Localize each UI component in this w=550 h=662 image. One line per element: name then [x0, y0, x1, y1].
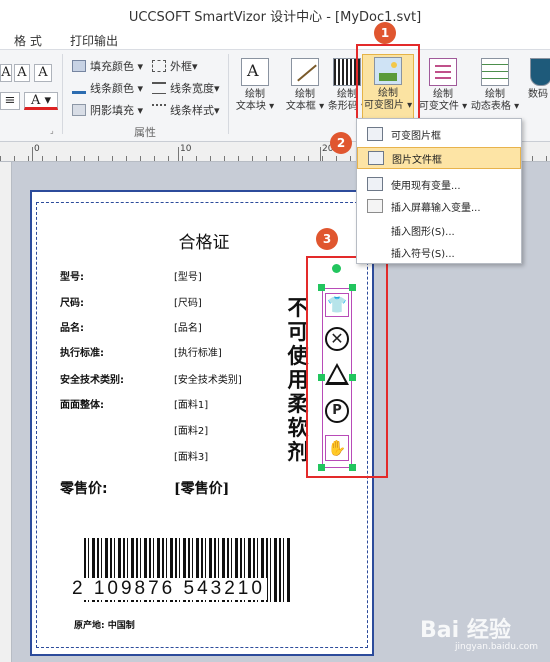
- ribbon-separator: [228, 54, 229, 134]
- button-label: 文本块 ▾: [235, 101, 275, 112]
- fill-color-label: 填充颜色 ▾: [90, 60, 144, 73]
- line-color-icon: [72, 82, 86, 94]
- menu-item-insert-shape[interactable]: 插入图形(S)...: [357, 219, 521, 241]
- watermark-logo: Bai 经验: [420, 618, 511, 643]
- barcode-digits: 2 109876 543210: [70, 578, 267, 600]
- menu-item-label: 使用现有变量...: [391, 180, 461, 192]
- field-label-model[interactable]: 型号:: [60, 268, 84, 283]
- button-label: 绘制: [485, 89, 505, 100]
- line-color-menu[interactable]: 线条颜色 ▾: [72, 78, 143, 98]
- ruler-number: 0: [34, 144, 40, 154]
- menu-format[interactable]: 格 式: [14, 32, 42, 49]
- menu-item-variable-image-frame[interactable]: 可变图片框: [357, 123, 521, 145]
- shadow-fill-label: 阴影填充 ▾: [90, 104, 144, 117]
- menu-print-output[interactable]: 打印输出: [70, 32, 118, 49]
- variable-icon: [367, 177, 383, 191]
- menu-item-label: 可变图片框: [391, 130, 441, 142]
- field-value-fabric-1[interactable]: [面料1]: [174, 396, 208, 411]
- shadow-fill-icon: [72, 104, 86, 116]
- screen-input-icon: [367, 199, 383, 213]
- field-value-standard[interactable]: [执行标准]: [174, 344, 222, 359]
- line-width-menu[interactable]: 线条宽度▾: [152, 78, 220, 98]
- price-value[interactable]: [零售价]: [174, 478, 229, 498]
- step-badge-2: 2: [330, 132, 352, 154]
- watermark-url: jingyan.baidu.com: [455, 642, 539, 652]
- ribbon-separator: [62, 54, 63, 134]
- window-title: UCCSOFT SmartVizor 设计中心 - [MyDoc1.svt]: [128, 10, 422, 25]
- menu-item-use-existing-variable[interactable]: 使用现有变量...: [357, 173, 521, 195]
- field-value-fabric-3[interactable]: [面料3]: [174, 448, 208, 463]
- table-icon: [481, 58, 509, 86]
- step-badge-1: 1: [374, 22, 396, 44]
- image-dropdown-menu: 可变图片框 图片文件框 使用现有变量... 插入屏幕输入变量... 插入图形(S…: [356, 118, 522, 264]
- origin-text[interactable]: 原产地: 中国制: [74, 618, 135, 631]
- border-menu[interactable]: 外框▾: [152, 56, 198, 76]
- menu-bar: 格 式 打印输出: [0, 28, 550, 50]
- line-width-label: 线条宽度▾: [170, 82, 220, 95]
- line-style-menu[interactable]: 线条样式▾: [152, 100, 220, 120]
- field-value-safety[interactable]: [安全技术类别]: [174, 371, 242, 386]
- vertical-ruler: [0, 162, 12, 662]
- font-color-button[interactable]: A ▾: [24, 92, 58, 110]
- field-label-size[interactable]: 尺码:: [60, 294, 84, 309]
- fill-color-icon: [72, 60, 86, 72]
- title-bar: UCCSOFT SmartVizor 设计中心 - [MyDoc1.svt]: [0, 0, 550, 28]
- border-label: 外框▾: [170, 60, 198, 73]
- group-label-attributes: 属性: [134, 126, 156, 139]
- menu-item-label: 图片文件框: [392, 154, 442, 166]
- menu-item-label: 插入屏幕输入变量...: [391, 202, 481, 214]
- field-label-standard[interactable]: 执行标准:: [60, 344, 104, 359]
- field-label-fabric[interactable]: 面面整体:: [60, 396, 104, 411]
- align-button[interactable]: ≡: [0, 92, 20, 110]
- draw-textblock-button[interactable]: A 绘制 文本块 ▾: [230, 56, 280, 118]
- field-label-safety[interactable]: 安全技术类别:: [60, 371, 124, 386]
- line-style-icon: [152, 104, 166, 116]
- blank-icon: [367, 245, 383, 259]
- menu-item-label: 插入图形(S)...: [391, 226, 455, 238]
- font-grow-button[interactable]: A: [0, 64, 12, 82]
- button-label: 可变文件 ▾: [418, 101, 468, 112]
- image-frame-icon: [367, 127, 383, 141]
- line-style-label: 线条样式▾: [170, 104, 220, 117]
- variable-file-icon: [429, 58, 457, 86]
- menu-item-label: 插入符号(S)...: [391, 248, 455, 260]
- draw-variable-file-button[interactable]: 绘制 可变文件 ▾: [418, 56, 468, 118]
- fill-color-menu[interactable]: 填充颜色 ▾: [72, 56, 143, 76]
- shadow-fill-menu[interactable]: 阴影填充 ▾: [72, 100, 143, 120]
- draw-dynamic-table-button[interactable]: 绘制 动态表格 ▾: [470, 56, 520, 118]
- blank-icon: [367, 223, 383, 237]
- line-color-label: 线条颜色 ▾: [90, 82, 144, 95]
- menu-item-image-file-frame[interactable]: 图片文件框: [357, 147, 521, 169]
- shield-icon: [530, 58, 550, 86]
- text-block-icon: A: [241, 58, 269, 86]
- image-file-icon: [368, 151, 384, 165]
- field-value-product[interactable]: [品名]: [174, 319, 202, 334]
- price-label[interactable]: 零售价:: [60, 478, 108, 498]
- button-label: 绘制: [245, 89, 265, 100]
- menu-item-insert-screen-input[interactable]: 插入屏幕输入变量...: [357, 195, 521, 217]
- step-badge-3: 3: [316, 228, 338, 250]
- field-label-product[interactable]: 品名:: [60, 319, 84, 334]
- button-label: 数码: [528, 89, 548, 100]
- line-width-icon: [152, 82, 166, 94]
- font-size-up-button[interactable]: A: [14, 64, 30, 82]
- button-label: 绘制: [433, 89, 453, 100]
- dialog-launcher-icon[interactable]: ⌟: [50, 126, 54, 135]
- menu-item-insert-symbol[interactable]: 插入符号(S)...: [357, 241, 521, 263]
- callout-box-1: [356, 44, 420, 122]
- field-value-model[interactable]: [型号]: [174, 268, 202, 283]
- ruler-number: 10: [180, 144, 192, 154]
- field-value-fabric-2[interactable]: [面料2]: [174, 422, 208, 437]
- digital-button[interactable]: 数码: [526, 56, 550, 118]
- font-size-down-button[interactable]: A: [34, 64, 52, 82]
- callout-box-3: [306, 256, 388, 478]
- button-label: 动态表格 ▾: [470, 101, 520, 112]
- border-icon: [152, 60, 166, 72]
- text-box-icon: [291, 58, 319, 86]
- field-value-size[interactable]: [尺码]: [174, 294, 202, 309]
